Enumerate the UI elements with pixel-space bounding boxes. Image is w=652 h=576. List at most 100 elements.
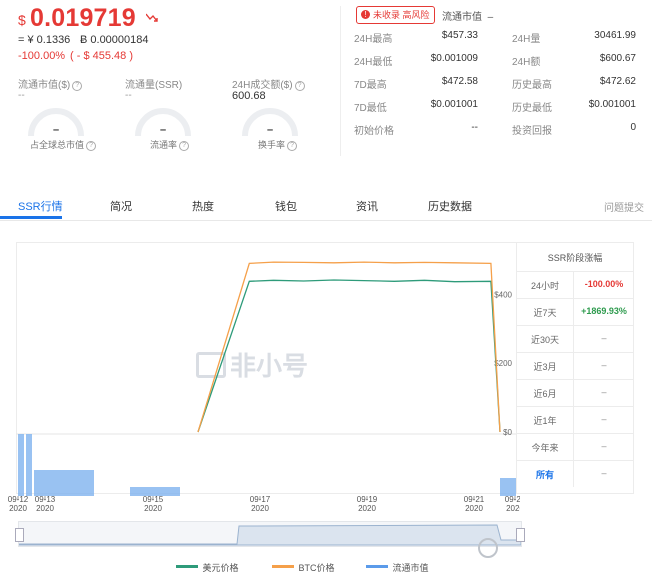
help-icon[interactable]: ? [287,141,298,151]
risk-badge[interactable]: ! 未收录 高风险 [356,6,435,24]
x-tick-label: 09-19 [357,495,378,504]
metric-label: 流通量(SSR) [125,80,183,91]
legend-item-btc[interactable]: BTC价格 [272,558,334,576]
period-label[interactable]: 24小时 [517,279,573,292]
divider [340,6,341,156]
help-icon[interactable]: ? [86,141,97,151]
x-tick-label: 2020 [251,504,269,513]
volume-bar [34,470,94,496]
row-divider [517,433,633,434]
gauge-value: – [159,124,167,136]
stat-label: 24H最高 [354,34,393,45]
panel-title: SSR阶段涨幅 [547,253,603,263]
metric-supply: 流通量(SSR) [125,76,182,91]
row-divider [517,460,633,461]
gauge-value: – [52,124,60,136]
feedback-link[interactable]: 问题提交 [604,199,644,214]
stat-label: 7D最高 [354,80,387,91]
stat-value: $600.67 [599,53,636,64]
stat-value: 30461.99 [594,30,636,41]
period-change-value: – [601,360,607,370]
y-tick-label: $0 [503,428,512,437]
tab-popularity[interactable]: 热度 [192,198,214,214]
legend-swatch [176,565,198,568]
legend-item-usd[interactable]: 美元价格 [176,558,238,576]
period-change-value: – [601,387,607,397]
price-chart[interactable]: $400$200$009-12202009-13202009-15202009-… [0,240,520,540]
alert-icon: ! [361,10,370,19]
tab-bar: SSR行情 简况 热度 钱包 资讯 历史数据 问题提交 [0,190,652,221]
x-tick-label: 09-21 [464,495,485,504]
cny-price: = ¥ 0.1336 [18,34,71,46]
row-divider [517,325,633,326]
period-change-value: – [601,468,607,478]
stat-label: 24H最低 [354,57,393,68]
stat-value: $0.001009 [430,53,478,64]
x-tick-label: 2020 [465,504,483,513]
x-tick-label: 09-17 [250,495,271,504]
stat-value: $472.62 [599,76,636,87]
x-tick-label: 2020 [506,504,520,513]
tab-history[interactable]: 历史数据 [428,198,472,214]
period-label[interactable]: 今年来 [517,441,573,454]
gauge-caption: 换手率? [258,138,298,151]
range-navigator[interactable] [15,521,525,547]
help-icon[interactable]: ? [179,141,190,151]
stat-label: 历史最高 [512,80,552,91]
metric-value: -- [125,90,132,101]
period-change-panel: SSR阶段涨幅 24小时 -100.00% 近7天 +1869.93% 近30天 – 近3月… [516,242,634,494]
y-tick-label: $400 [494,290,512,299]
period-label[interactable]: 所有 [517,468,573,481]
corner-watermark [478,538,502,558]
stat-label: 24H额 [512,57,541,68]
x-tick-label: 2020 [358,504,376,513]
period-label[interactable]: 近3月 [517,360,573,373]
series-line-btc [197,261,501,433]
row-divider [517,352,633,353]
metric-volume: 24H成交额($)? [232,76,305,91]
x-tick-label: 09-21 [505,495,520,504]
tab-overview[interactable]: 简况 [110,198,132,214]
period-label[interactable]: 近6月 [517,387,573,400]
stat-label: 7D最低 [354,103,387,114]
x-tick-label: 2020 [144,504,162,513]
stat-value: $0.001001 [430,99,478,110]
x-tick-label: 2020 [9,504,27,513]
period-change-value: – [601,333,607,343]
stat-value: -- [471,122,478,133]
period-change-value: – [601,414,607,424]
metric-label: 流通市值($) [18,80,71,91]
help-icon[interactable]: ? [294,81,305,91]
tab-wallet[interactable]: 钱包 [275,198,297,214]
gauge-value: – [266,124,274,136]
help-icon[interactable]: ? [72,81,83,91]
stat-label: 投资回报 [512,126,552,137]
stat-label: 历史最低 [512,103,552,114]
stat-value: 0 [630,122,636,133]
tab-news[interactable]: 资讯 [356,198,378,214]
x-tick-label: 09-15 [143,495,164,504]
stat-value: $0.001001 [588,99,636,110]
period-change-value: -100.00% [584,279,624,289]
metric-market-cap: 流通市值($)? [18,76,83,91]
currency-symbol: $ [18,12,26,28]
period-change-value: – [601,441,607,451]
market-cap-header: 流通市值 – [442,12,494,23]
volume-bar [18,434,24,496]
stat-value: $457.33 [441,30,478,41]
period-label[interactable]: 近1年 [517,414,573,427]
range-handle-right[interactable] [516,528,525,542]
x-tick-label: 2020 [36,504,54,513]
stat-label: 初始价格 [354,126,394,137]
period-label[interactable]: 近7天 [517,306,573,319]
legend-item-mcap[interactable]: 流通市值 [366,558,428,576]
snowball-icon [478,538,498,558]
legend-swatch [366,565,388,568]
period-label[interactable]: 近30天 [517,333,573,346]
tab-ssr-market[interactable]: SSR行情 [18,198,63,214]
volume-bar [26,434,32,496]
gauge-caption: 流通率? [150,138,190,151]
btc-price: Ƀ 0.00000184 [80,34,149,46]
range-handle-left[interactable] [15,528,24,542]
metric-value: 600.68 [232,90,266,102]
